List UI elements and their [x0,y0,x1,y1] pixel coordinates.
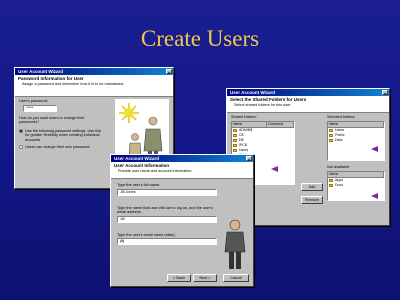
wizard-header: Select the Shared Folders for Users Sele… [227,96,389,113]
add-button[interactable]: Add [301,183,323,191]
window-title: User Account Wizard [114,156,160,161]
email-alias-label: Type the user's email name (alias). [117,232,176,237]
column-name[interactable]: Name [232,122,267,127]
password-label: User's password: [19,99,48,103]
next-button[interactable]: Next > [193,274,217,282]
back-button[interactable]: < Back [167,274,191,282]
column-comment[interactable]: Comment [267,122,294,127]
window-title: User Account Wizard [230,90,276,95]
window-title: User Account Wizard [18,69,64,74]
wizard-subheading: Provide user name and account informatio… [118,169,193,173]
folder-icon [329,184,333,187]
folder-icon [329,134,333,137]
full-name-label: Type the user's full name. [117,183,161,187]
option-2[interactable]: Users can change their own password. [19,145,111,150]
password-field[interactable]: ***** [23,104,57,112]
title-bar[interactable]: User Account Wizard × [227,89,389,96]
column-name[interactable]: Name [328,122,384,127]
logon-name-label: Type the name that user will use to log … [117,205,213,215]
callout-arrow-icon [371,193,378,199]
close-icon[interactable]: × [382,90,388,96]
selected-folders-list[interactable]: Name Users Public Data [327,121,385,161]
list-item[interactable]: Docs [328,183,384,188]
wizard-header: Password Information for User Assign a p… [15,75,173,97]
callout-arrow-icon [371,146,378,152]
not-available-label: Not available: [327,165,351,169]
selected-folders-label: Selected folders: [327,115,356,119]
folder-icon [329,179,333,182]
folder-icon [233,144,237,147]
wizard-subheading: Assign a password and determine how it i… [22,82,125,86]
folder-icon [329,129,333,132]
radio-icon[interactable] [19,128,23,133]
full-name-input[interactable]: Jill Jones [117,188,217,196]
wizard-header: User Account Information Provide user na… [111,162,253,179]
folder-icon [233,129,237,132]
option-2-label: Users can change their own password. [25,145,91,149]
slide-title: Create Users [140,26,260,51]
callout-arrow-icon [271,166,278,172]
user-account-dialog: User Account Wizard × User Account Infor… [110,154,254,287]
shared-folders-label: Shared folders: [231,115,257,119]
remove-button[interactable]: Remove [301,196,323,204]
option-1[interactable]: Use the following password settings. Use… [19,128,111,143]
wizard-subheading: Select shared folders for this user. [234,103,292,107]
question-text: How do you want users to change their pa… [19,115,85,125]
close-icon[interactable]: × [166,69,172,75]
radio-icon[interactable] [19,145,23,149]
option-1-label: Use the following password settings. Use… [25,128,102,142]
folder-icon [233,134,237,137]
column-name[interactable]: Name [328,172,384,177]
list-item[interactable]: Data [328,138,384,143]
user-figure-illustration [224,219,246,269]
email-alias-input[interactable]: jillj [117,238,217,245]
title-bar[interactable]: User Account Wizard × [15,68,173,75]
folder-icon [233,149,237,152]
folder-icon [233,139,237,142]
cancel-button[interactable]: Cancel [223,274,249,282]
folder-icon [329,139,333,142]
logon-name-input[interactable]: Jill [117,215,217,223]
title-bar[interactable]: User Account Wizard × [111,155,253,162]
close-icon[interactable]: × [246,156,252,162]
